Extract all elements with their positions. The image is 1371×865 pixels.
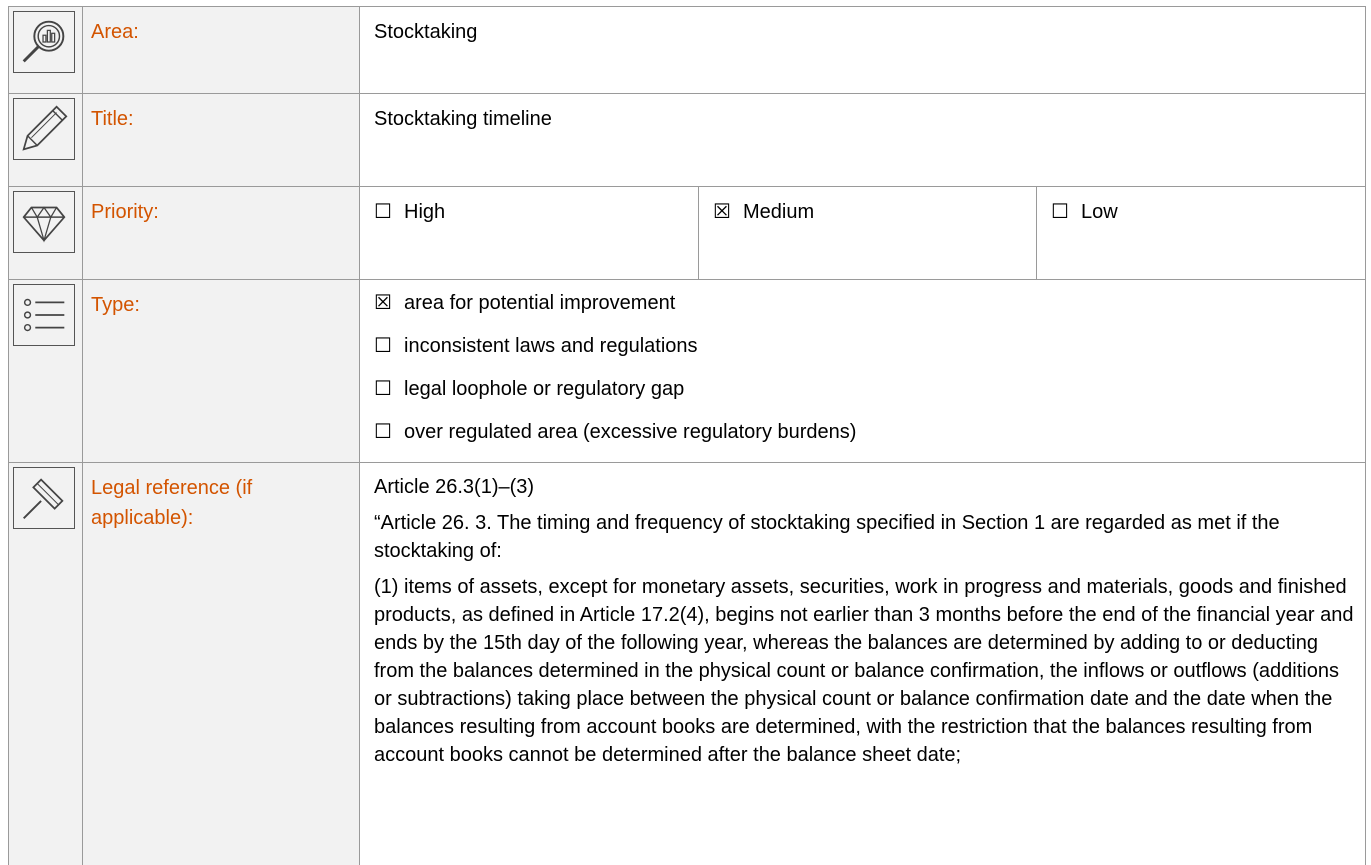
checkbox-icon[interactable]: ☐ xyxy=(1051,197,1081,227)
magnifier-chart-icon xyxy=(13,11,75,73)
pencil-icon xyxy=(13,98,75,160)
type-option-label: area for potential improvement xyxy=(404,292,676,314)
legal-reference-text: Article 26.3(1)–(3) “Article 26. 3. The … xyxy=(374,473,1357,777)
area-value: Stocktaking xyxy=(374,21,478,43)
content-cell: Stocktaking xyxy=(360,7,1365,93)
checkbox-icon[interactable]: ☐ xyxy=(374,374,404,404)
content-cell: ☒ area for potential improvement ☐ inconsi… xyxy=(360,280,1365,462)
type-option[interactable]: ☐ legal loophole or regulatory gap xyxy=(374,374,684,404)
checkbox-icon[interactable]: ☐ xyxy=(374,417,404,447)
priority-option-label: Medium xyxy=(743,201,815,223)
label-cell: Type: xyxy=(83,280,360,462)
checkbox-icon[interactable]: ☒ xyxy=(374,288,404,318)
checkbox-icon[interactable]: ☒ xyxy=(713,197,743,227)
row-title: Title: Stocktaking timeline xyxy=(9,93,1365,186)
priority-option-low[interactable]: ☐ Low xyxy=(1037,187,1365,279)
row-type: Type: ☒ area for potential improvement ☐ i… xyxy=(9,279,1365,462)
type-option-label: over regulated area (excessive regulator… xyxy=(404,421,857,443)
legal-paragraph: (1) items of assets, except for monetary… xyxy=(374,576,1354,766)
list-icon xyxy=(13,284,75,346)
legal-reference-label: Legal reference (if applicable): xyxy=(91,477,253,529)
label-cell: Title: xyxy=(83,94,360,186)
icon-cell xyxy=(9,187,83,279)
title-label: Title: xyxy=(91,108,134,130)
label-cell: Legal reference (if applicable): xyxy=(83,463,360,865)
priority-option-label: High xyxy=(404,201,446,223)
type-option[interactable]: ☐ inconsistent laws and regulations xyxy=(374,331,698,361)
icon-cell xyxy=(9,94,83,186)
priority-option-medium[interactable]: ☒ Medium xyxy=(699,187,1037,279)
priority-option-label: Low xyxy=(1081,201,1118,223)
type-option[interactable]: ☐ over regulated area (excessive regulato… xyxy=(374,417,856,447)
area-label: Area: xyxy=(91,21,139,43)
type-option-label: inconsistent laws and regulations xyxy=(404,335,698,357)
checkbox-icon[interactable]: ☐ xyxy=(374,197,404,227)
legal-paragraph: Article 26.3(1)–(3) xyxy=(374,476,535,498)
diamond-icon xyxy=(13,191,75,253)
form-table: Area: Stocktaking Title: Stocktaking tim… xyxy=(8,6,1366,865)
priority-option-high[interactable]: ☐ High xyxy=(360,187,699,279)
content-cell: Article 26.3(1)–(3) “Article 26. 3. The … xyxy=(360,463,1365,865)
gavel-icon xyxy=(13,467,75,529)
icon-cell xyxy=(9,463,83,865)
title-value: Stocktaking timeline xyxy=(374,108,552,130)
row-area: Area: Stocktaking xyxy=(9,7,1365,93)
content-cell: Stocktaking timeline xyxy=(360,94,1365,186)
type-option[interactable]: ☒ area for potential improvement xyxy=(374,288,675,318)
content-cell: ☐ High ☒ Medium ☐ Low xyxy=(360,187,1365,279)
label-cell: Area: xyxy=(83,7,360,93)
checkbox-icon[interactable]: ☐ xyxy=(374,331,404,361)
type-option-label: legal loophole or regulatory gap xyxy=(404,378,685,400)
legal-paragraph: “Article 26. 3. The timing and frequency… xyxy=(374,512,1280,562)
icon-cell xyxy=(9,280,83,462)
priority-label: Priority: xyxy=(91,201,159,223)
type-label: Type: xyxy=(91,294,140,316)
icon-cell xyxy=(9,7,83,93)
row-legal-reference: Legal reference (if applicable): Article… xyxy=(9,462,1365,865)
row-priority: Priority: ☐ High ☒ Medium ☐ Low xyxy=(9,186,1365,279)
label-cell: Priority: xyxy=(83,187,360,279)
